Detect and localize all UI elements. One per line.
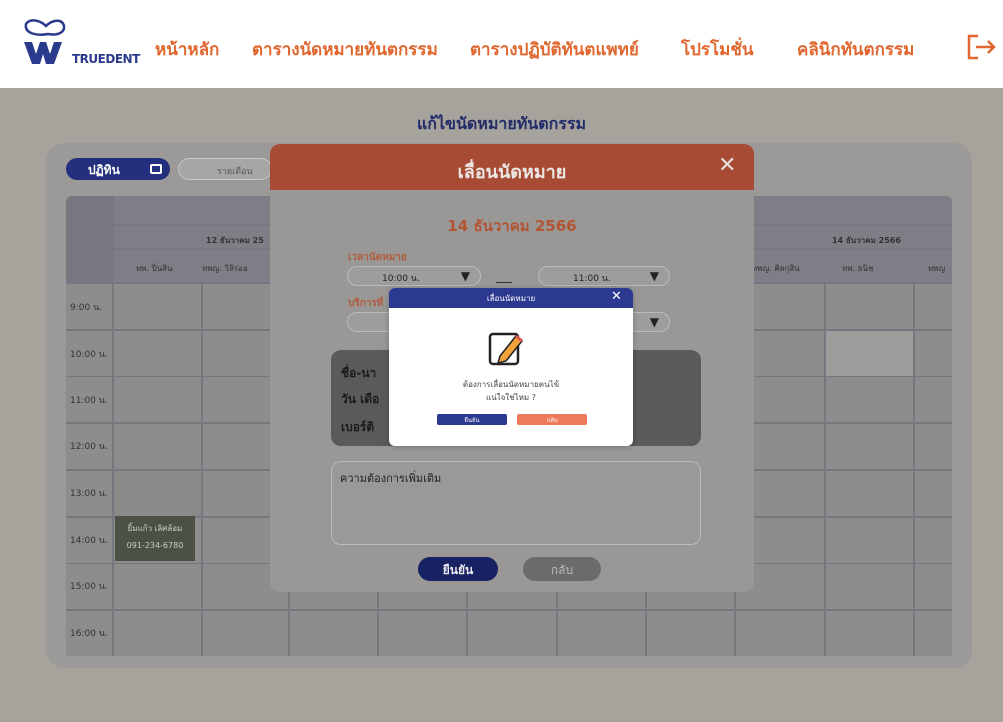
nav-dentist-schedule[interactable]: ตารางปฏิบัติทันตแพทย์ bbox=[470, 36, 639, 63]
doctor-label: ทพ. ปิ่นสิน bbox=[136, 264, 173, 273]
schedule-slot[interactable] bbox=[290, 610, 377, 656]
chevron-down-icon: ▼ bbox=[460, 269, 470, 283]
end-time-select[interactable]: 11:00 น. ▼ bbox=[538, 266, 670, 286]
schedule-slot[interactable] bbox=[915, 330, 952, 376]
modal-header: เลื่อนนัดหมาย ✕ bbox=[270, 144, 754, 190]
logout-icon[interactable] bbox=[966, 34, 998, 60]
doctor-label: ทพญ. วิลิร่ออ bbox=[202, 264, 248, 273]
calendar-mode-label: ปฏิทิน bbox=[88, 163, 120, 177]
time-label-heading: เวลานัดหมาย bbox=[348, 252, 407, 263]
close-icon[interactable]: ✕ bbox=[611, 289, 622, 304]
schedule-slot[interactable] bbox=[915, 284, 952, 329]
dialog-message-line1: ต้องการเลื่อนนัดหมายคนไข้ bbox=[462, 380, 560, 389]
schedule-slot[interactable] bbox=[558, 610, 645, 656]
schedule-slot[interactable] bbox=[915, 564, 952, 610]
schedule-slot[interactable] bbox=[826, 470, 913, 516]
dialog-header: เลื่อนนัดหมาย ✕ bbox=[389, 288, 633, 308]
schedule-slot[interactable] bbox=[826, 610, 913, 656]
calendar-mode-button[interactable]: ปฏิทิน bbox=[66, 158, 170, 180]
schedule-slot[interactable] bbox=[114, 470, 201, 516]
chevron-down-icon: ▼ bbox=[649, 315, 659, 329]
chevron-down-icon: ▼ bbox=[649, 269, 659, 283]
calendar-icon bbox=[150, 164, 162, 174]
patient-phone-label: เบอร์ติ bbox=[341, 420, 375, 434]
schedule-slot[interactable] bbox=[114, 610, 201, 656]
schedule-slot[interactable] bbox=[826, 517, 913, 563]
dialog-message: ต้องการเลื่อนนัดหมายคนไข้ แน่ใจใช่ไหม ? bbox=[389, 378, 633, 404]
schedule-slot[interactable] bbox=[826, 424, 913, 470]
time-range-separator bbox=[496, 282, 512, 283]
time-label: 15:00 น. bbox=[70, 582, 108, 592]
schedule-slot[interactable] bbox=[647, 610, 734, 656]
schedule-slot[interactable] bbox=[203, 610, 288, 656]
dialog-title: เลื่อนนัดหมาย bbox=[486, 294, 536, 303]
notes-textarea[interactable]: ความต้องการเพิ่มเติม bbox=[331, 461, 701, 545]
dialog-cancel-button[interactable]: กลับ bbox=[517, 414, 587, 425]
schedule-slot[interactable] bbox=[915, 610, 952, 656]
back-button[interactable]: กลับ bbox=[523, 557, 601, 581]
schedule-slot[interactable] bbox=[915, 377, 952, 423]
nav-clinic[interactable]: คลินิกทันตกรรม bbox=[797, 36, 914, 63]
end-time-value: 11:00 น. bbox=[573, 274, 611, 284]
close-icon[interactable]: ✕ bbox=[718, 155, 736, 177]
date-header-right: 14 ธันวาคม 2566 bbox=[832, 236, 901, 245]
start-time-value: 10:00 น. bbox=[382, 274, 420, 284]
page-title: แก้ไขนัดหมายทันตกรรม bbox=[416, 114, 587, 133]
modal-title: เลื่อนนัดหมาย bbox=[457, 162, 567, 183]
time-label: 9:00 น. bbox=[70, 303, 103, 313]
start-time-select[interactable]: 10:00 น. ▼ bbox=[347, 266, 481, 286]
schedule-slot[interactable] bbox=[114, 377, 201, 423]
schedule-slot[interactable] bbox=[826, 284, 913, 329]
doctor-label: ทพ. ธนิช bbox=[842, 264, 874, 273]
schedule-slot[interactable] bbox=[915, 470, 952, 516]
schedule-slot[interactable] bbox=[114, 284, 201, 329]
top-navigation: TRUEDENT หน้าหลัก ตารางนัดหมายทันตกรรม ต… bbox=[0, 0, 1003, 88]
time-label: 12:00 น. bbox=[70, 442, 108, 452]
confirm-button[interactable]: ยืนยัน bbox=[418, 557, 498, 581]
schedule-slot[interactable] bbox=[915, 424, 952, 470]
patient-date-label: วัน เดือ bbox=[341, 392, 380, 406]
schedule-slot[interactable] bbox=[826, 564, 913, 610]
schedule-slot[interactable] bbox=[379, 610, 466, 656]
booked-patient-phone: 091-234-6780 bbox=[126, 541, 184, 550]
nav-promotions[interactable]: โปรโมชั่น bbox=[681, 36, 754, 63]
schedule-slot[interactable] bbox=[468, 610, 556, 656]
time-label: 14:00 น. bbox=[70, 536, 108, 546]
patient-name-label: ชื่อ-นา bbox=[341, 366, 377, 380]
date-header-left: 12 ธันวาคม 25 bbox=[206, 236, 264, 245]
time-label: 13:00 น. bbox=[70, 489, 108, 499]
time-label: 16:00 น. bbox=[70, 629, 108, 639]
nav-home[interactable]: หน้าหลัก bbox=[155, 36, 219, 63]
schedule-slot[interactable] bbox=[736, 610, 824, 656]
dialog-confirm-button[interactable]: ยืนยัน bbox=[437, 414, 507, 425]
time-label: 11:00 น. bbox=[70, 396, 108, 406]
service-label: บริการที่ bbox=[348, 298, 384, 309]
schedule-slot[interactable] bbox=[114, 330, 201, 376]
schedule-slot[interactable] bbox=[114, 564, 201, 610]
dialog-message-line2: แน่ใจใช่ไหม ? bbox=[486, 393, 536, 402]
time-label: 10:00 น. bbox=[70, 350, 108, 360]
confirm-dialog: เลื่อนนัดหมาย ✕ ต้องการเลื่อนนัดหมายคนไข… bbox=[389, 288, 633, 446]
booked-patient-name: ยิ้มแก้ว เลิศล้อม bbox=[127, 524, 183, 533]
doctor-label: ทพญ. ศิลกุสิน bbox=[752, 264, 800, 273]
doctor-label: ทพญ bbox=[928, 264, 946, 273]
schedule-slot[interactable] bbox=[114, 424, 201, 470]
view-select[interactable]: รายเดือน bbox=[178, 158, 272, 180]
brand-name: TRUEDENT bbox=[72, 52, 140, 66]
appointment-date: 14 ธันวาคม 2566 bbox=[447, 217, 577, 235]
booked-appointment[interactable]: ยิ้มแก้ว เลิศล้อม 091-234-6780 bbox=[115, 516, 195, 561]
truedent-logo[interactable]: TRUEDENT bbox=[18, 18, 140, 70]
edit-icon bbox=[488, 332, 524, 366]
schedule-slot[interactable] bbox=[915, 517, 952, 563]
schedule-slot[interactable] bbox=[826, 330, 913, 376]
nav-appointments[interactable]: ตารางนัดหมายทันตกรรม bbox=[252, 36, 438, 63]
schedule-slot[interactable] bbox=[826, 377, 913, 423]
